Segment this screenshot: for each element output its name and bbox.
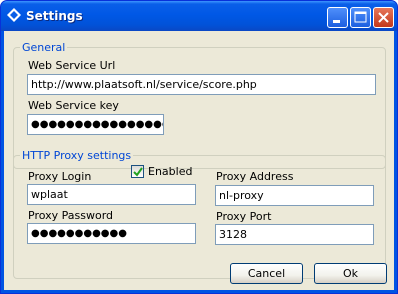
- diamond-app-icon: [7, 8, 21, 22]
- minimize-icon: [333, 20, 340, 23]
- minimize-button[interactable]: [327, 7, 348, 28]
- general-legend: General: [20, 41, 68, 54]
- http-proxy-group: HTTP Proxy settings Enabled Proxy Login …: [13, 149, 386, 279]
- web-service-key-input[interactable]: ●●●●●●●●●●●●●●●●●●: [27, 114, 164, 135]
- web-service-url-input[interactable]: http://www.plaatsoft.nl/service/score.ph…: [27, 74, 376, 95]
- checkmark-icon: [133, 167, 143, 177]
- http-proxy-legend: HTTP Proxy settings: [20, 149, 134, 162]
- proxy-password-input[interactable]: ●●●●●●●●●●●: [27, 223, 196, 244]
- proxy-port-input[interactable]: 3128: [215, 224, 374, 245]
- proxy-login-label: Proxy Login: [28, 170, 92, 183]
- proxy-address-label: Proxy Address: [216, 170, 294, 183]
- enabled-label: Enabled: [148, 165, 193, 178]
- cancel-button[interactable]: Cancel: [230, 263, 303, 284]
- web-service-key-label: Web Service key: [28, 99, 119, 112]
- proxy-port-label: Proxy Port: [216, 210, 272, 223]
- window-title: Settings: [26, 9, 83, 23]
- maximize-button[interactable]: [350, 7, 371, 28]
- close-icon: [378, 12, 389, 23]
- ok-button[interactable]: Ok: [314, 263, 387, 284]
- enabled-checkbox[interactable]: [131, 165, 144, 178]
- close-button[interactable]: [373, 7, 394, 28]
- title-bar[interactable]: Settings: [1, 1, 397, 31]
- maximize-icon: [354, 11, 367, 23]
- proxy-address-input[interactable]: nl-proxy: [215, 185, 374, 206]
- dialog-body: General Web Service Url http://www.plaat…: [4, 31, 394, 290]
- proxy-login-input[interactable]: wplaat: [27, 184, 196, 205]
- web-service-url-label: Web Service Url: [28, 59, 116, 72]
- settings-window: Settings General Web Service Url http://…: [0, 0, 398, 294]
- proxy-password-label: Proxy Password: [28, 209, 114, 222]
